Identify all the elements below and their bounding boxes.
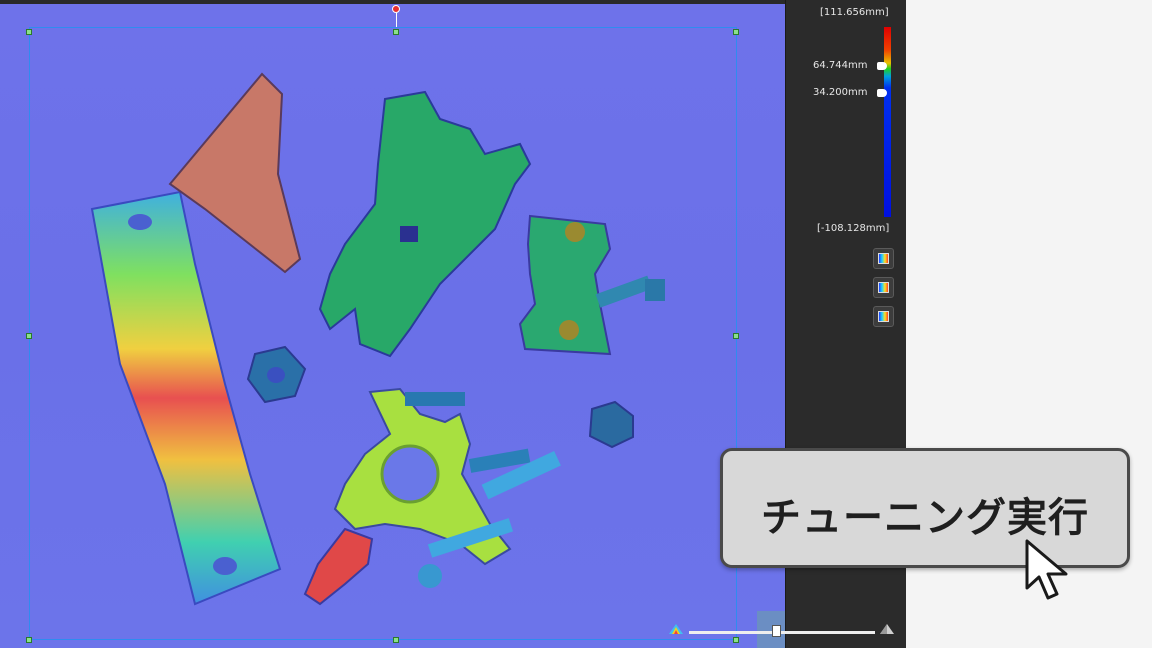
- upper-range-pin[interactable]: [877, 62, 887, 70]
- resize-handle-br[interactable]: [733, 637, 739, 643]
- opacity-slider-thumb[interactable]: [772, 625, 782, 637]
- rotate-handle[interactable]: [392, 5, 400, 13]
- lower-pin-label: 34.200mm: [813, 87, 868, 98]
- fit-view-icon: [878, 282, 889, 293]
- rotate-stem: [396, 13, 397, 27]
- opacity-slider-track[interactable]: [689, 631, 875, 634]
- color-min-icon: [669, 624, 683, 634]
- fit-view-button[interactable]: [873, 277, 894, 298]
- resize-handle-tr[interactable]: [733, 29, 739, 35]
- mouse-pointer-icon: [1025, 539, 1068, 600]
- lower-range-pin[interactable]: [877, 89, 887, 97]
- colorbar-min-label: [-108.128mm]: [817, 223, 890, 234]
- resize-handle-bl[interactable]: [26, 637, 32, 643]
- resize-handle-left[interactable]: [26, 333, 32, 339]
- colorbar-max-label: [111.656mm]: [820, 7, 889, 18]
- tuning-execute-label: チューニング実行: [761, 495, 1089, 541]
- color-mode-button[interactable]: [873, 248, 894, 269]
- gray-max-icon: [880, 624, 894, 634]
- resize-handle-tl[interactable]: [26, 29, 32, 35]
- range-adjust-icon: [878, 311, 889, 322]
- resize-handle-right[interactable]: [733, 333, 739, 339]
- height-colorbar: [884, 27, 891, 217]
- resize-handle-top[interactable]: [393, 29, 399, 35]
- color-mode-icon: [878, 253, 889, 264]
- upper-pin-label: 64.744mm: [813, 60, 868, 71]
- resize-handle-bottom[interactable]: [393, 637, 399, 643]
- range-adjust-button[interactable]: [873, 306, 894, 327]
- selection-rectangle[interactable]: [29, 27, 737, 640]
